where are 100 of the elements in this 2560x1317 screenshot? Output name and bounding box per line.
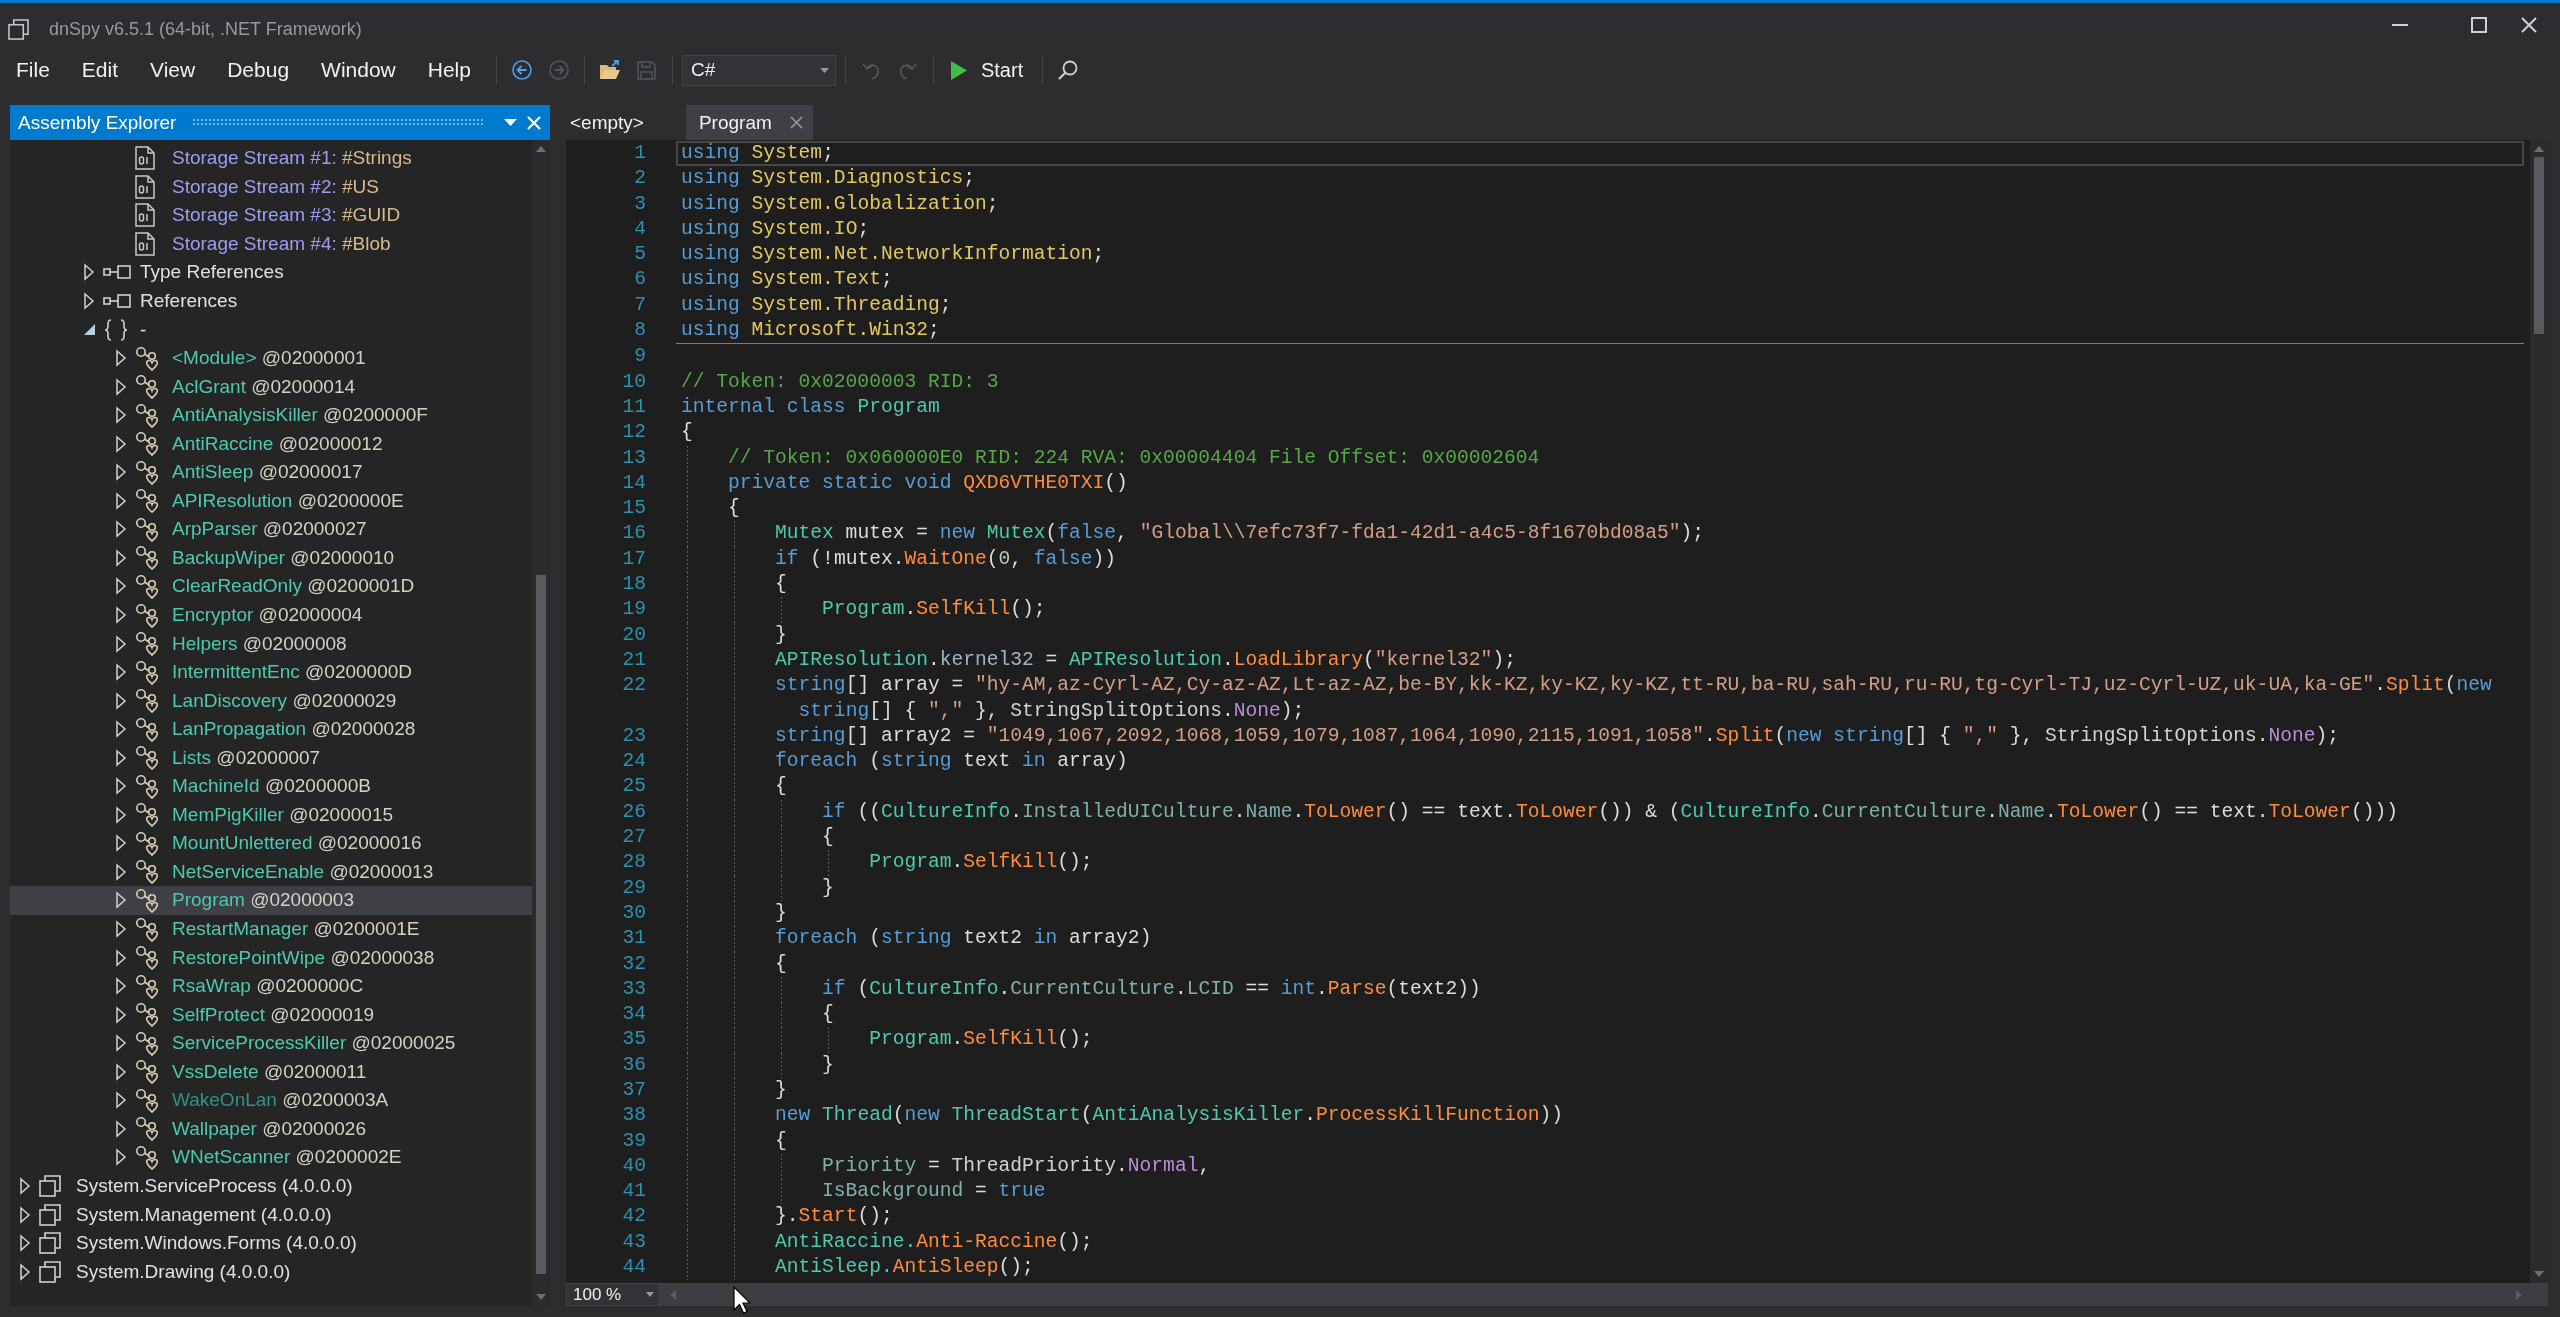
tree-item[interactable]: ClearReadOnly @0200001D	[10, 572, 532, 601]
tree-item[interactable]: RestorePointWipe @02000038	[10, 943, 532, 972]
tree-item[interactable]: LanDiscovery @02000029	[10, 686, 532, 715]
caret-icon[interactable]	[116, 806, 126, 823]
caret-icon[interactable]	[116, 664, 126, 681]
caret-icon[interactable]	[20, 1263, 30, 1280]
caret-icon[interactable]	[116, 863, 126, 880]
tree-item[interactable]: WNetScanner @0200002E	[10, 1143, 532, 1172]
caret-icon[interactable]	[116, 407, 126, 424]
caret-icon[interactable]	[20, 1206, 30, 1223]
tree-item[interactable]: RsaWrap @0200000C	[10, 971, 532, 1001]
caret-icon[interactable]	[116, 1149, 126, 1166]
tree-item[interactable]: Helpers @02000008	[10, 629, 532, 658]
caret-icon[interactable]	[116, 1035, 126, 1052]
tree-item[interactable]: System.Management (4.0.0.0)	[10, 1200, 532, 1229]
search-icon	[1058, 60, 1079, 80]
caret-icon[interactable]	[116, 1006, 126, 1023]
tree-item[interactable]: System.Windows.Forms (4.0.0.0)	[10, 1228, 532, 1258]
up-arrow-icon[interactable]	[2534, 146, 2544, 152]
tree-item[interactable]: SelfProtect @02000019	[10, 1000, 532, 1029]
zoom-combo[interactable]: 100 %	[566, 1283, 660, 1306]
caret-icon[interactable]	[116, 1092, 126, 1109]
caret-icon[interactable]	[116, 721, 126, 738]
caret-icon[interactable]	[20, 1235, 30, 1252]
caret-icon[interactable]	[84, 293, 94, 309]
tree-item[interactable]: NetServiceEnable @02000013	[10, 857, 532, 887]
tree-item[interactable]: Program @02000003	[10, 886, 532, 915]
caret-icon[interactable]	[116, 492, 126, 509]
line-number: 34	[621, 1002, 647, 1028]
menu-item[interactable]: Debug	[211, 53, 306, 87]
tree-item[interactable]: AclGrant @02000014	[10, 372, 532, 401]
line-number: 28	[621, 850, 647, 876]
tree-item[interactable]: Storage Stream #3: #GUID	[10, 201, 532, 230]
start-button[interactable]: Start	[942, 54, 1034, 86]
menu-item[interactable]: File	[0, 53, 66, 87]
menu-item[interactable]: Window	[305, 53, 412, 87]
menu-item[interactable]: Help	[411, 53, 487, 87]
tree-item[interactable]: ServiceProcessKiller @02000025	[10, 1028, 532, 1058]
tree-item[interactable]: System.ServiceProcess (4.0.0.0)	[10, 1171, 532, 1201]
caret-icon[interactable]	[116, 521, 126, 538]
menu-item[interactable]: Edit	[65, 53, 135, 87]
linked-nodes-icon	[135, 631, 160, 657]
caret-icon[interactable]	[116, 578, 126, 595]
tree-item[interactable]: RestartManager @0200001E	[10, 914, 532, 944]
language-combo[interactable]: C#	[681, 54, 836, 86]
caret-icon[interactable]	[116, 607, 126, 623]
close-icon[interactable]	[789, 116, 803, 129]
tree-item[interactable]: AntiAnalysisKiller @0200000F	[10, 400, 532, 430]
caret-icon[interactable]	[116, 549, 126, 566]
tree-item[interactable]: AntiRaccine @02000012	[10, 429, 532, 458]
caret-icon[interactable]	[116, 350, 126, 367]
tree-item[interactable]: APIResolution @0200000E	[10, 486, 532, 516]
caret-icon[interactable]	[116, 978, 126, 995]
tree-item[interactable]: Wallpaper @02000026	[10, 1114, 532, 1144]
down-arrow-icon[interactable]	[536, 1294, 546, 1300]
caret-icon[interactable]	[20, 1177, 30, 1194]
tree-item[interactable]: VssDelete @02000011	[10, 1057, 532, 1087]
caret-icon[interactable]	[116, 692, 126, 709]
caret-icon[interactable]	[116, 378, 126, 395]
tree-item[interactable]: Encryptor @02000004	[10, 600, 532, 630]
tree-item[interactable]: BackupWiper @02000010	[10, 543, 532, 573]
caret-icon[interactable]	[116, 635, 126, 652]
close-icon	[527, 115, 541, 130]
caret-icon[interactable]	[84, 324, 95, 336]
tree-item[interactable]: Type References	[10, 258, 532, 287]
tree-item[interactable]: WakeOnLan @0200003A	[10, 1086, 532, 1115]
tree-item[interactable]: <Module> @02000001	[10, 343, 532, 373]
scrollbar-thumb[interactable]	[536, 575, 546, 1274]
tab[interactable]: <empty>	[566, 105, 648, 140]
caret-icon[interactable]	[116, 1063, 126, 1080]
caret-icon[interactable]	[116, 778, 126, 795]
caret-icon[interactable]	[116, 749, 126, 766]
tree-item[interactable]: MountUnlettered @02000016	[10, 829, 532, 858]
tree-item[interactable]: Storage Stream #1: #Strings	[10, 144, 532, 173]
tree-item[interactable]: Storage Stream #2: #US	[10, 172, 532, 202]
tree-item[interactable]: IntermittentEnc @0200000D	[10, 657, 532, 687]
caret-icon[interactable]	[116, 435, 126, 452]
up-arrow-icon[interactable]	[536, 146, 546, 152]
caret-icon[interactable]	[84, 264, 94, 281]
scrollbar-thumb[interactable]	[2534, 157, 2544, 334]
caret-icon[interactable]	[116, 949, 126, 966]
menu-item[interactable]: View	[134, 53, 212, 87]
caret-icon[interactable]	[116, 464, 126, 481]
caret-icon[interactable]	[116, 921, 126, 938]
tree-item[interactable]: -	[10, 315, 532, 344]
tab[interactable]: Program	[685, 105, 813, 140]
caret-icon[interactable]	[116, 835, 126, 852]
down-arrow-icon[interactable]	[2534, 1271, 2544, 1277]
tree-item[interactable]: AntiSleep @02000017	[10, 458, 532, 487]
tree-item[interactable]: Storage Stream #4: #Blob	[10, 229, 532, 259]
caret-icon[interactable]	[116, 892, 126, 909]
tree-item[interactable]: References	[10, 286, 532, 316]
tree-item[interactable]: MemPigKiller @02000015	[10, 800, 532, 830]
tree-item[interactable]: Lists @02000007	[10, 743, 532, 773]
tree-item[interactable]: MachineId @0200000B	[10, 772, 532, 801]
tree-item[interactable]: System.Drawing (4.0.0.0)	[10, 1257, 532, 1286]
line-number: 36	[621, 1052, 647, 1078]
tree-item[interactable]: LanPropagation @02000028	[10, 714, 532, 744]
caret-icon[interactable]	[116, 1120, 126, 1137]
tree-item[interactable]: ArpParser @02000027	[10, 515, 532, 544]
